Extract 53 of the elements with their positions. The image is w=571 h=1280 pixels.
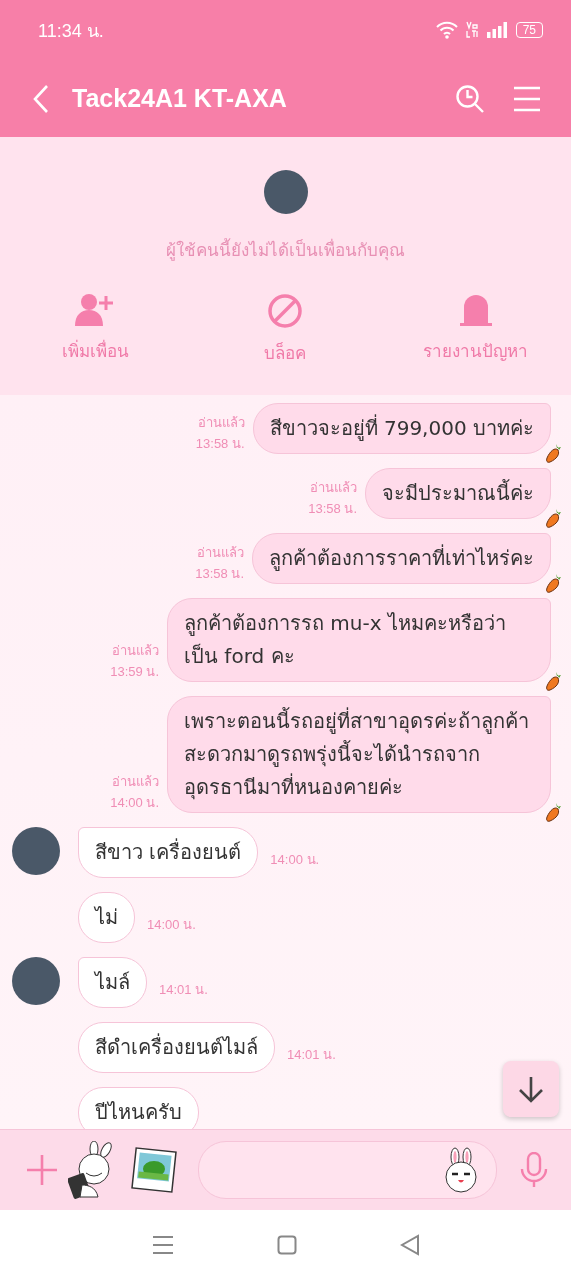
chat-title: Tack24A1 KT-AXA xyxy=(72,84,288,113)
sent-message-bubble[interactable]: ลูกค้าต้องการราคาที่เท่าไหร่คะ xyxy=(252,533,551,584)
sender-avatar[interactable] xyxy=(12,957,60,1005)
message-time: 13:58 น. xyxy=(195,565,244,583)
carrot-icon xyxy=(543,801,563,823)
received-message-bubble[interactable]: ไม่ xyxy=(78,892,135,943)
volte-icon xyxy=(465,21,478,39)
carrot-icon xyxy=(543,670,563,692)
microphone-icon[interactable] xyxy=(519,1152,549,1188)
home-icon[interactable] xyxy=(276,1235,297,1255)
message-time: 14:01 น. xyxy=(287,1046,336,1064)
profile-avatar xyxy=(263,170,308,214)
message-time: 14:00 น. xyxy=(110,794,159,812)
received-message-bubble[interactable]: สีดำเครื่องยนต์ไมล์ xyxy=(78,1022,275,1073)
scroll-down-button[interactable] xyxy=(503,1061,559,1117)
recent-apps-icon[interactable] xyxy=(151,1235,174,1255)
received-message-bubble[interactable]: ปีไหนครับ xyxy=(78,1087,199,1129)
plus-icon[interactable] xyxy=(26,1154,58,1186)
battery-level: 75 xyxy=(515,22,543,38)
status-time: 11:34 น. xyxy=(38,19,104,43)
message-time: 14:01 น. xyxy=(159,981,208,999)
wifi-icon xyxy=(435,21,458,39)
received-message-bubble[interactable]: ไมล์ xyxy=(78,957,147,1008)
history-search-icon[interactable] xyxy=(455,83,485,114)
message-time: 13:59 น. xyxy=(110,663,159,681)
sender-avatar[interactable] xyxy=(12,827,60,875)
sent-message-bubble[interactable]: เพราะตอนนี้รถอยู่ที่สาขาอุดรค่ะถ้าลูกค้าสะดวกมาดูรถพรุ่งนี้จะได้นำรถจากอุดรธานีมาที่หนองคายค่ะ xyxy=(167,696,551,813)
not-friend-notice: ผู้ใช้คนนี้ยังไม่ได้เป็นเพื่อนกับคุณ xyxy=(166,237,405,263)
message-time: 14:00 น. xyxy=(270,851,320,869)
alert-bell-icon xyxy=(457,293,494,327)
carrot-icon xyxy=(543,507,563,529)
message-time: 13:58 น. xyxy=(195,435,245,453)
message-time: 14:00 น. xyxy=(147,916,196,934)
carrot-icon xyxy=(543,572,563,594)
message-time: 13:58 น. xyxy=(308,500,357,518)
read-receipt: อ่านแล้ว xyxy=(310,479,357,497)
carrot-icon xyxy=(543,442,563,464)
sent-message-bubble[interactable]: สีขาวจะอยู่ที่ 799,000 บาทค่ะ xyxy=(252,403,551,454)
read-receipt: อ่านแล้ว xyxy=(112,773,159,791)
back-nav-icon[interactable] xyxy=(399,1234,420,1256)
signal-icon xyxy=(485,21,508,39)
received-message-bubble[interactable]: สีขาว เครื่องยนต์ xyxy=(78,827,259,878)
message-input-field[interactable] xyxy=(198,1141,497,1199)
sent-message-bubble[interactable]: ลูกค้าต้องการรถ mu-x ไหมคะหรือว่าเป็น ford คะ xyxy=(167,598,551,682)
menu-icon[interactable] xyxy=(513,85,541,112)
read-receipt: อ่านแล้ว xyxy=(197,544,244,562)
back-icon[interactable] xyxy=(32,83,50,114)
block-icon xyxy=(267,293,304,329)
read-receipt: อ่านแล้ว xyxy=(112,642,159,660)
read-receipt: อ่านแล้ว xyxy=(197,414,245,432)
sent-message-bubble[interactable]: จะมีประมาณนี้ค่ะ xyxy=(365,468,551,519)
photo-sticker-icon[interactable] xyxy=(130,1147,178,1193)
arrow-down-icon xyxy=(518,1075,544,1103)
